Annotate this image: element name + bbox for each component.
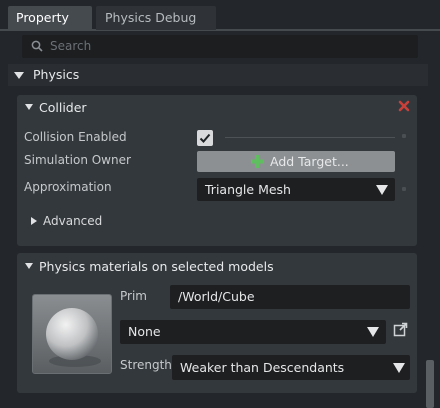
reset-indicator-icon[interactable] [402, 134, 406, 138]
advanced-label[interactable]: Advanced [43, 213, 102, 229]
materials-title: Physics materials on selected models [39, 259, 274, 274]
plus-icon [251, 155, 264, 168]
search-icon [31, 40, 43, 52]
close-icon[interactable] [398, 100, 410, 112]
chevron-down-icon [376, 185, 388, 195]
strength-value: Weaker than Descendants [180, 360, 345, 375]
approximation-value: Triangle Mesh [205, 182, 291, 197]
tab-physics-debug[interactable]: Physics Debug [96, 6, 216, 30]
strength-dropdown[interactable]: Weaker than Descendants [172, 355, 410, 380]
collision-enabled-label: Collision Enabled [24, 130, 127, 144]
prim-value: /World/Cube [178, 289, 255, 304]
simulation-owner-label: Simulation Owner [24, 153, 131, 167]
collision-enabled-checkbox[interactable] [197, 130, 213, 146]
prim-label: Prim [120, 289, 147, 303]
search-placeholder: Search [50, 39, 92, 53]
advanced-expand-icon[interactable] [31, 217, 37, 225]
approximation-dropdown[interactable]: Triangle Mesh [197, 178, 395, 201]
collider-collapse-icon[interactable] [25, 104, 33, 110]
material-dropdown[interactable]: None [120, 320, 386, 344]
tab-property[interactable]: Property [8, 6, 92, 30]
material-value: None [128, 324, 161, 339]
checkmark-icon [199, 133, 211, 143]
sphere-preview-icon [33, 295, 111, 373]
navigate-to-icon[interactable] [393, 322, 408, 337]
row-divider [225, 137, 395, 138]
add-target-label: Add Target... [270, 154, 349, 169]
chevron-down-icon [367, 327, 379, 337]
prim-field[interactable]: /World/Cube [170, 285, 410, 309]
reset-indicator-icon[interactable] [402, 187, 406, 191]
material-thumbnail[interactable] [32, 294, 112, 374]
strength-label: Strength [120, 358, 172, 372]
scrollbar-thumb[interactable] [426, 360, 434, 408]
physics-collapse-icon[interactable] [14, 72, 24, 79]
collider-title: Collider [39, 100, 87, 115]
physics-section-title: Physics [33, 67, 80, 82]
materials-collapse-icon[interactable] [25, 263, 33, 269]
add-target-button[interactable]: Add Target... [197, 151, 395, 172]
chevron-down-icon [393, 363, 405, 373]
approximation-label: Approximation [24, 180, 112, 194]
